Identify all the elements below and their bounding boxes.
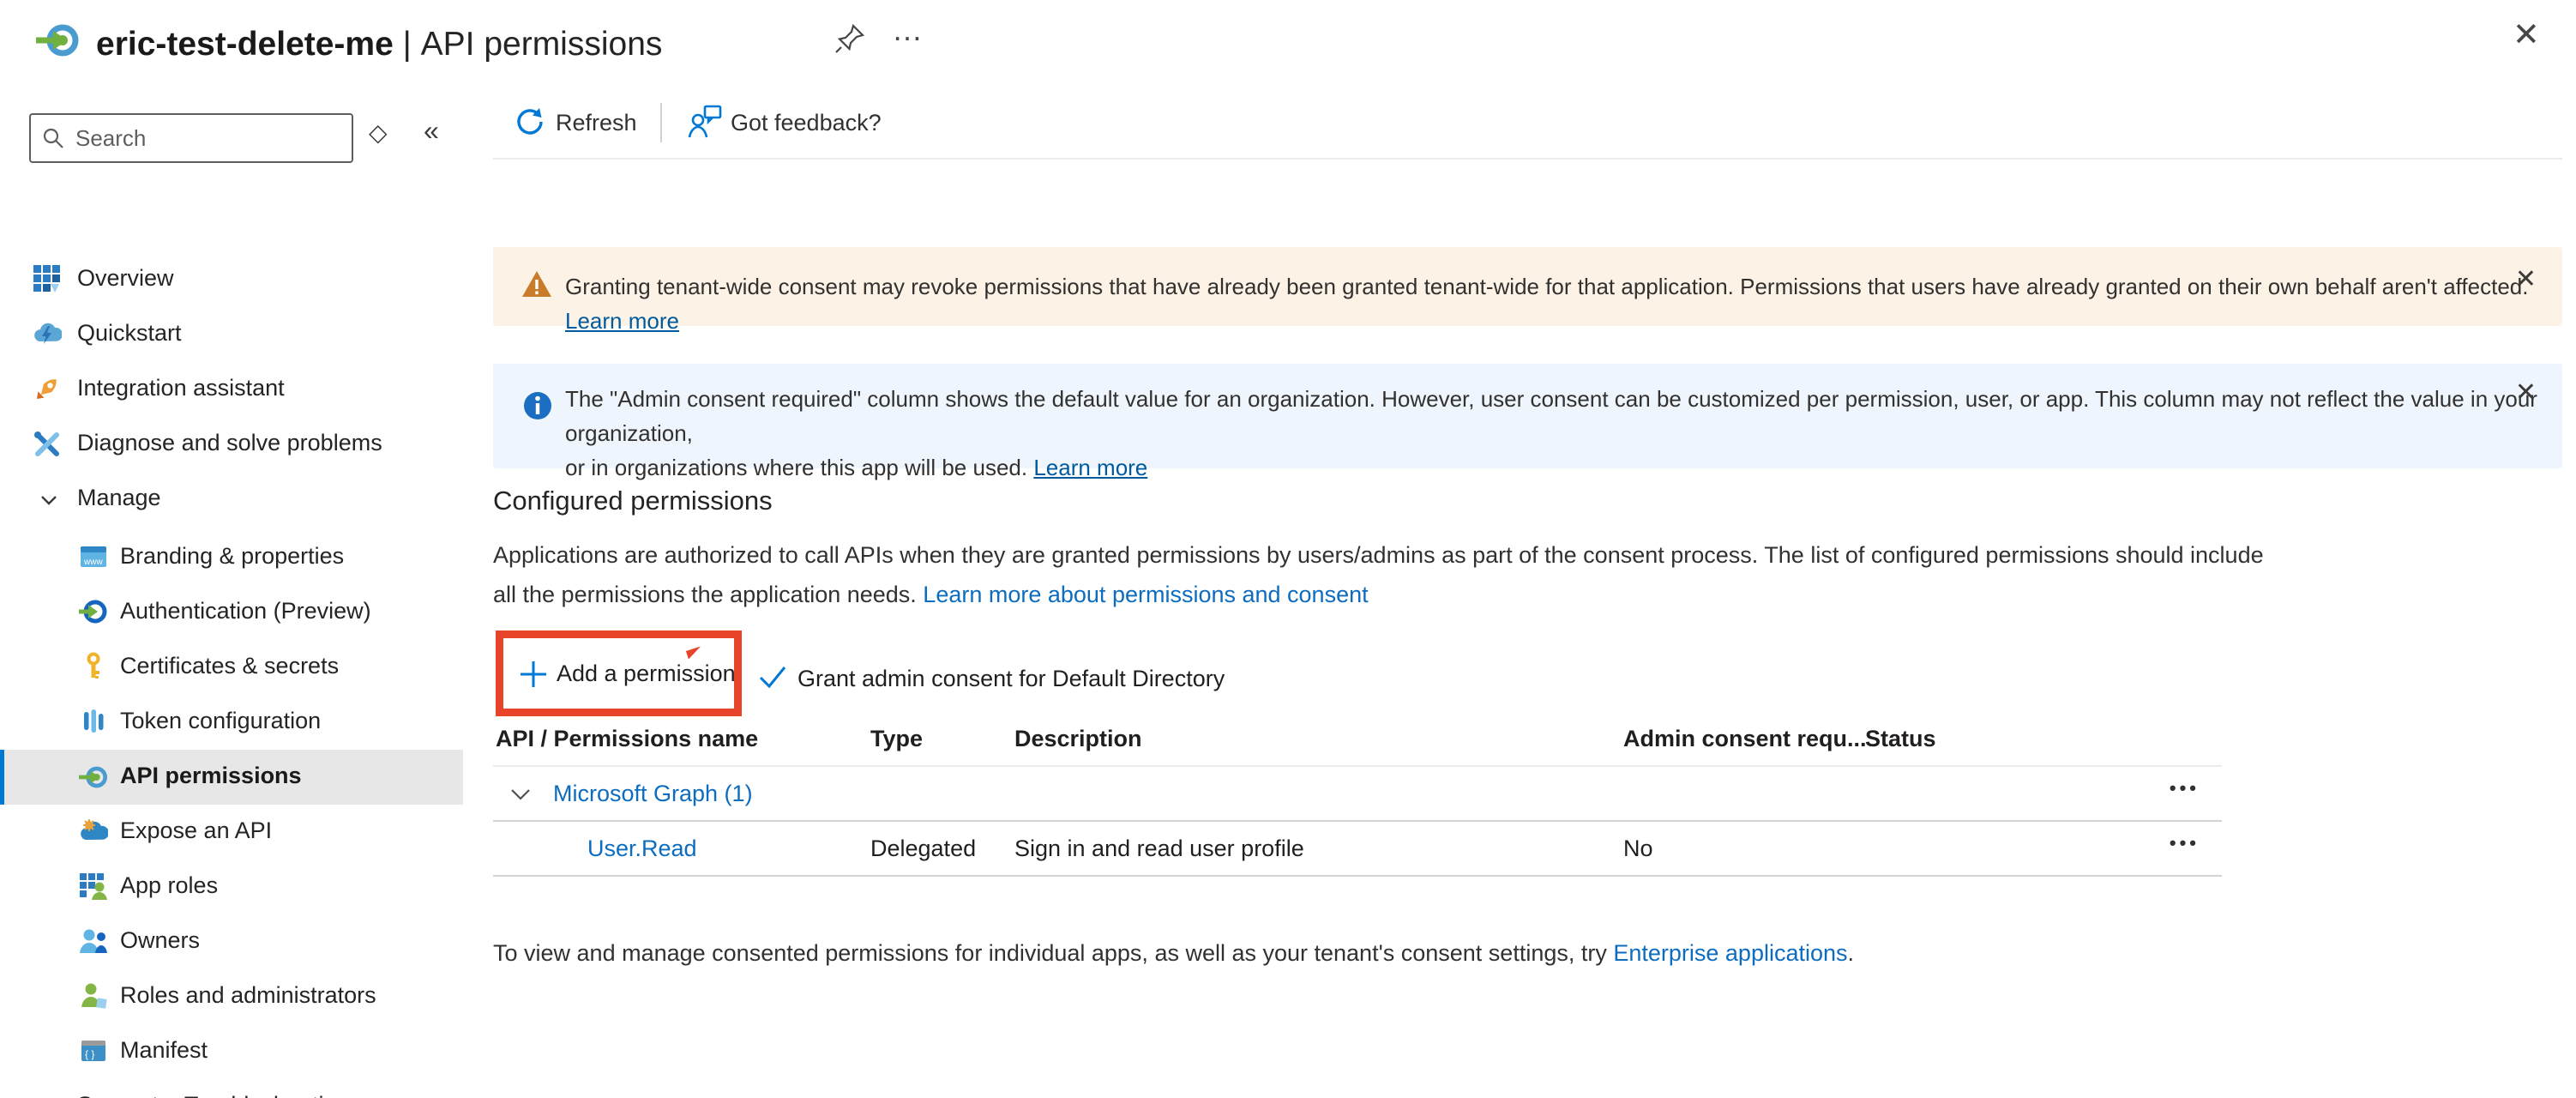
search-input[interactable] bbox=[75, 118, 341, 158]
plus-icon bbox=[519, 660, 548, 693]
table-row-user-read[interactable]: User.Read Delegated Sign in and read use… bbox=[493, 822, 2222, 875]
warning-icon bbox=[521, 270, 552, 303]
microsoft-graph-link[interactable]: Microsoft Graph (1) bbox=[553, 781, 753, 807]
grid-person-icon bbox=[79, 872, 108, 905]
col-description: Description bbox=[1014, 726, 1142, 752]
info-banner: The "Admin consent required" column show… bbox=[493, 364, 2562, 468]
blade-name: API permissions bbox=[421, 26, 663, 63]
add-permission-button[interactable]: Add a permission bbox=[557, 661, 736, 687]
overview-icon bbox=[33, 264, 62, 298]
cell-description: Sign in and read user profile bbox=[1014, 836, 1304, 862]
add-permission-annotation-box: Add a permission bbox=[496, 630, 742, 716]
people-icon bbox=[79, 926, 108, 960]
warning-text: Granting tenant-wide consent may revoke … bbox=[565, 269, 2562, 338]
col-admin-consent-required: Admin consent requ... bbox=[1623, 726, 1867, 752]
sidebar-item-branding[interactable]: www Branding & properties bbox=[0, 530, 463, 585]
search-updown-icon[interactable]: ◇ bbox=[369, 118, 388, 147]
col-api-permissions-name: API / Permissions name bbox=[496, 726, 758, 752]
more-menu-icon[interactable]: … bbox=[892, 12, 923, 48]
grant-admin-consent-button[interactable]: Grant admin consent for Default Director… bbox=[797, 666, 1225, 692]
refresh-button[interactable]: Refresh bbox=[556, 110, 637, 136]
sidebar-item-manifest[interactable]: { } Manifest bbox=[0, 1024, 463, 1079]
toolbar-bottom-border bbox=[493, 158, 2562, 160]
azure-portal-blade: eric-test-delete-me | API permissions … … bbox=[0, 0, 2576, 1098]
sidebar-group-manage[interactable]: Manage bbox=[0, 472, 463, 527]
feedback-icon[interactable] bbox=[686, 103, 724, 145]
section-description: Applications are authorized to call APIs… bbox=[493, 535, 2264, 614]
manifest-braces-icon: { } bbox=[79, 1036, 108, 1070]
row-expand-chevron-icon[interactable] bbox=[509, 782, 533, 811]
sidebar-item-authentication[interactable]: Authentication (Preview) bbox=[0, 585, 463, 640]
sidebar-item-diagnose[interactable]: Diagnose and solve problems bbox=[0, 417, 463, 472]
cell-type: Delegated bbox=[870, 836, 976, 862]
sidebar-item-token-configuration[interactable]: Token configuration bbox=[0, 695, 463, 750]
footer-note: To view and manage consented permissions… bbox=[493, 940, 1854, 967]
rocket-icon bbox=[33, 374, 62, 407]
app-name: eric-test-delete-me bbox=[96, 26, 394, 63]
sidebar-search[interactable] bbox=[29, 113, 353, 163]
cell-admin-consent: No bbox=[1623, 836, 1653, 862]
user-read-link[interactable]: User.Read bbox=[587, 836, 697, 862]
sidebar-item-expose-an-api[interactable]: Expose an API bbox=[0, 805, 463, 860]
key-icon bbox=[79, 652, 108, 685]
browser-window-icon: www bbox=[79, 542, 108, 576]
title-separator: | bbox=[403, 26, 412, 63]
warning-banner: Granting tenant-wide consent may revoke … bbox=[493, 247, 2562, 326]
toolbar-divider bbox=[660, 103, 662, 142]
section-heading: Configured permissions bbox=[493, 486, 773, 516]
info-learn-more-link[interactable]: Learn more bbox=[1033, 455, 1147, 480]
sidebar-item-app-roles[interactable]: App roles bbox=[0, 860, 463, 914]
col-status: Status bbox=[1865, 726, 1936, 752]
check-icon[interactable] bbox=[756, 661, 789, 697]
pin-icon[interactable] bbox=[834, 22, 866, 59]
sidebar: ◇ « Overview Quickstart Integration assi… bbox=[0, 79, 467, 1098]
search-icon bbox=[41, 126, 65, 154]
api-permissions-icon bbox=[79, 762, 110, 797]
sign-in-arrow-icon bbox=[79, 597, 108, 630]
feedback-button[interactable]: Got feedback? bbox=[731, 110, 882, 136]
refresh-icon[interactable] bbox=[513, 105, 547, 143]
sidebar-item-certificates[interactable]: Certificates & secrets bbox=[0, 640, 463, 695]
info-close-icon[interactable]: ✕ bbox=[2515, 377, 2537, 407]
sidebar-item-overview[interactable]: Overview bbox=[0, 252, 463, 307]
person-cube-icon bbox=[79, 981, 108, 1015]
sidebar-collapse-icon[interactable]: « bbox=[424, 115, 439, 147]
sidebar-item-api-permissions[interactable]: API permissions bbox=[0, 750, 463, 805]
quickstart-icon bbox=[33, 319, 62, 353]
app-registration-icon bbox=[36, 17, 82, 68]
sidebar-item-owners[interactable]: Owners bbox=[0, 914, 463, 969]
sidebar-item-roles-administrators[interactable]: Roles and administrators bbox=[0, 969, 463, 1024]
permissions-consent-link[interactable]: Learn more about permissions and consent bbox=[923, 582, 1368, 607]
svg-text:www: www bbox=[83, 558, 103, 567]
cloud-gear-icon bbox=[79, 817, 108, 850]
table-row-microsoft-graph[interactable]: Microsoft Graph (1) ••• bbox=[493, 767, 2222, 820]
sliders-icon bbox=[79, 707, 108, 740]
tools-icon bbox=[33, 429, 62, 462]
enterprise-applications-link[interactable]: Enterprise applications bbox=[1613, 940, 1847, 966]
row-divider bbox=[493, 875, 2222, 877]
warning-learn-more-link[interactable]: Learn more bbox=[565, 308, 679, 334]
chevron-down-icon bbox=[38, 489, 60, 516]
sidebar-item-integration-assistant[interactable]: Integration assistant bbox=[0, 362, 463, 417]
info-text: The "Admin consent required" column show… bbox=[565, 382, 2562, 485]
more-actions-icon[interactable]: ••• bbox=[2170, 832, 2200, 854]
sidebar-group-support[interactable]: Support + Troubleshooting bbox=[0, 1079, 463, 1098]
close-blade-icon[interactable]: ✕ bbox=[2513, 15, 2540, 54]
more-actions-icon[interactable]: ••• bbox=[2170, 777, 2200, 799]
page-title: eric-test-delete-me | API permissions bbox=[96, 26, 662, 63]
warning-close-icon[interactable]: ✕ bbox=[2515, 264, 2537, 294]
col-type: Type bbox=[870, 726, 923, 752]
annotation-arrow-mark bbox=[686, 646, 703, 659]
sidebar-item-quickstart[interactable]: Quickstart bbox=[0, 307, 463, 362]
info-icon bbox=[521, 389, 554, 426]
svg-text:{ }: { } bbox=[85, 1048, 94, 1060]
